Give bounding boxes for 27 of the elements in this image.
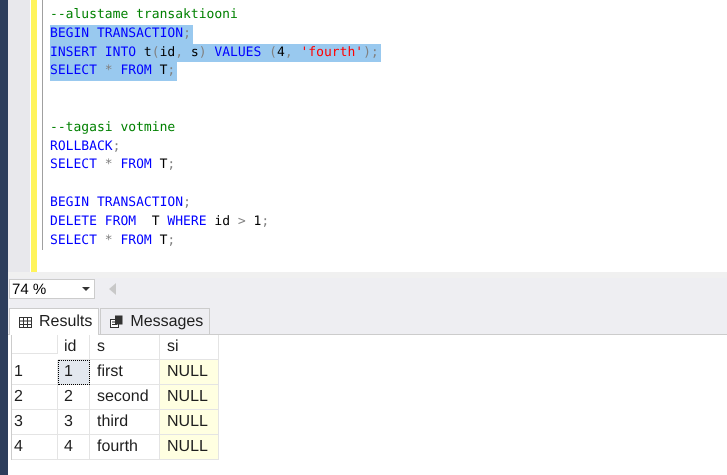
table-cell[interactable]: 1 xyxy=(58,360,90,385)
code-line: BEGIN TRANSACTION; xyxy=(50,194,192,212)
messages-icon xyxy=(110,315,124,328)
zoom-dropdown[interactable]: 74 % xyxy=(9,279,95,299)
scroll-left-icon[interactable] xyxy=(109,283,116,295)
row-number: 4 xyxy=(12,435,58,460)
caret-icon xyxy=(82,287,90,291)
code-line: --tagasi votmine xyxy=(50,118,176,137)
code-line: --alustame transaktiooni xyxy=(50,6,239,24)
table-cell[interactable]: NULL xyxy=(160,385,219,410)
column-header[interactable]: s xyxy=(90,335,160,360)
grid-icon xyxy=(19,316,32,328)
table-cell[interactable]: NULL xyxy=(160,435,219,460)
code-line: SELECT * FROM T; xyxy=(50,232,176,250)
table-cell[interactable]: NULL xyxy=(160,360,219,385)
code-line: DELETE FROM T WHERE id > 1; xyxy=(50,212,270,231)
code-line: ROLLBACK; xyxy=(50,138,122,156)
table-cell[interactable]: NULL xyxy=(160,410,219,435)
grid-corner-cell[interactable] xyxy=(12,335,58,354)
table-cell[interactable]: 3 xyxy=(58,410,90,435)
row-number: 3 xyxy=(12,410,58,435)
row-number: 2 xyxy=(12,385,58,410)
table-cell[interactable]: 2 xyxy=(58,385,90,410)
table-cell[interactable]: 4 xyxy=(58,435,90,460)
tab[interactable]: Messages xyxy=(100,308,210,334)
code-line: SELECT * FROM T; xyxy=(50,156,176,174)
tab[interactable]: Results xyxy=(9,308,100,335)
